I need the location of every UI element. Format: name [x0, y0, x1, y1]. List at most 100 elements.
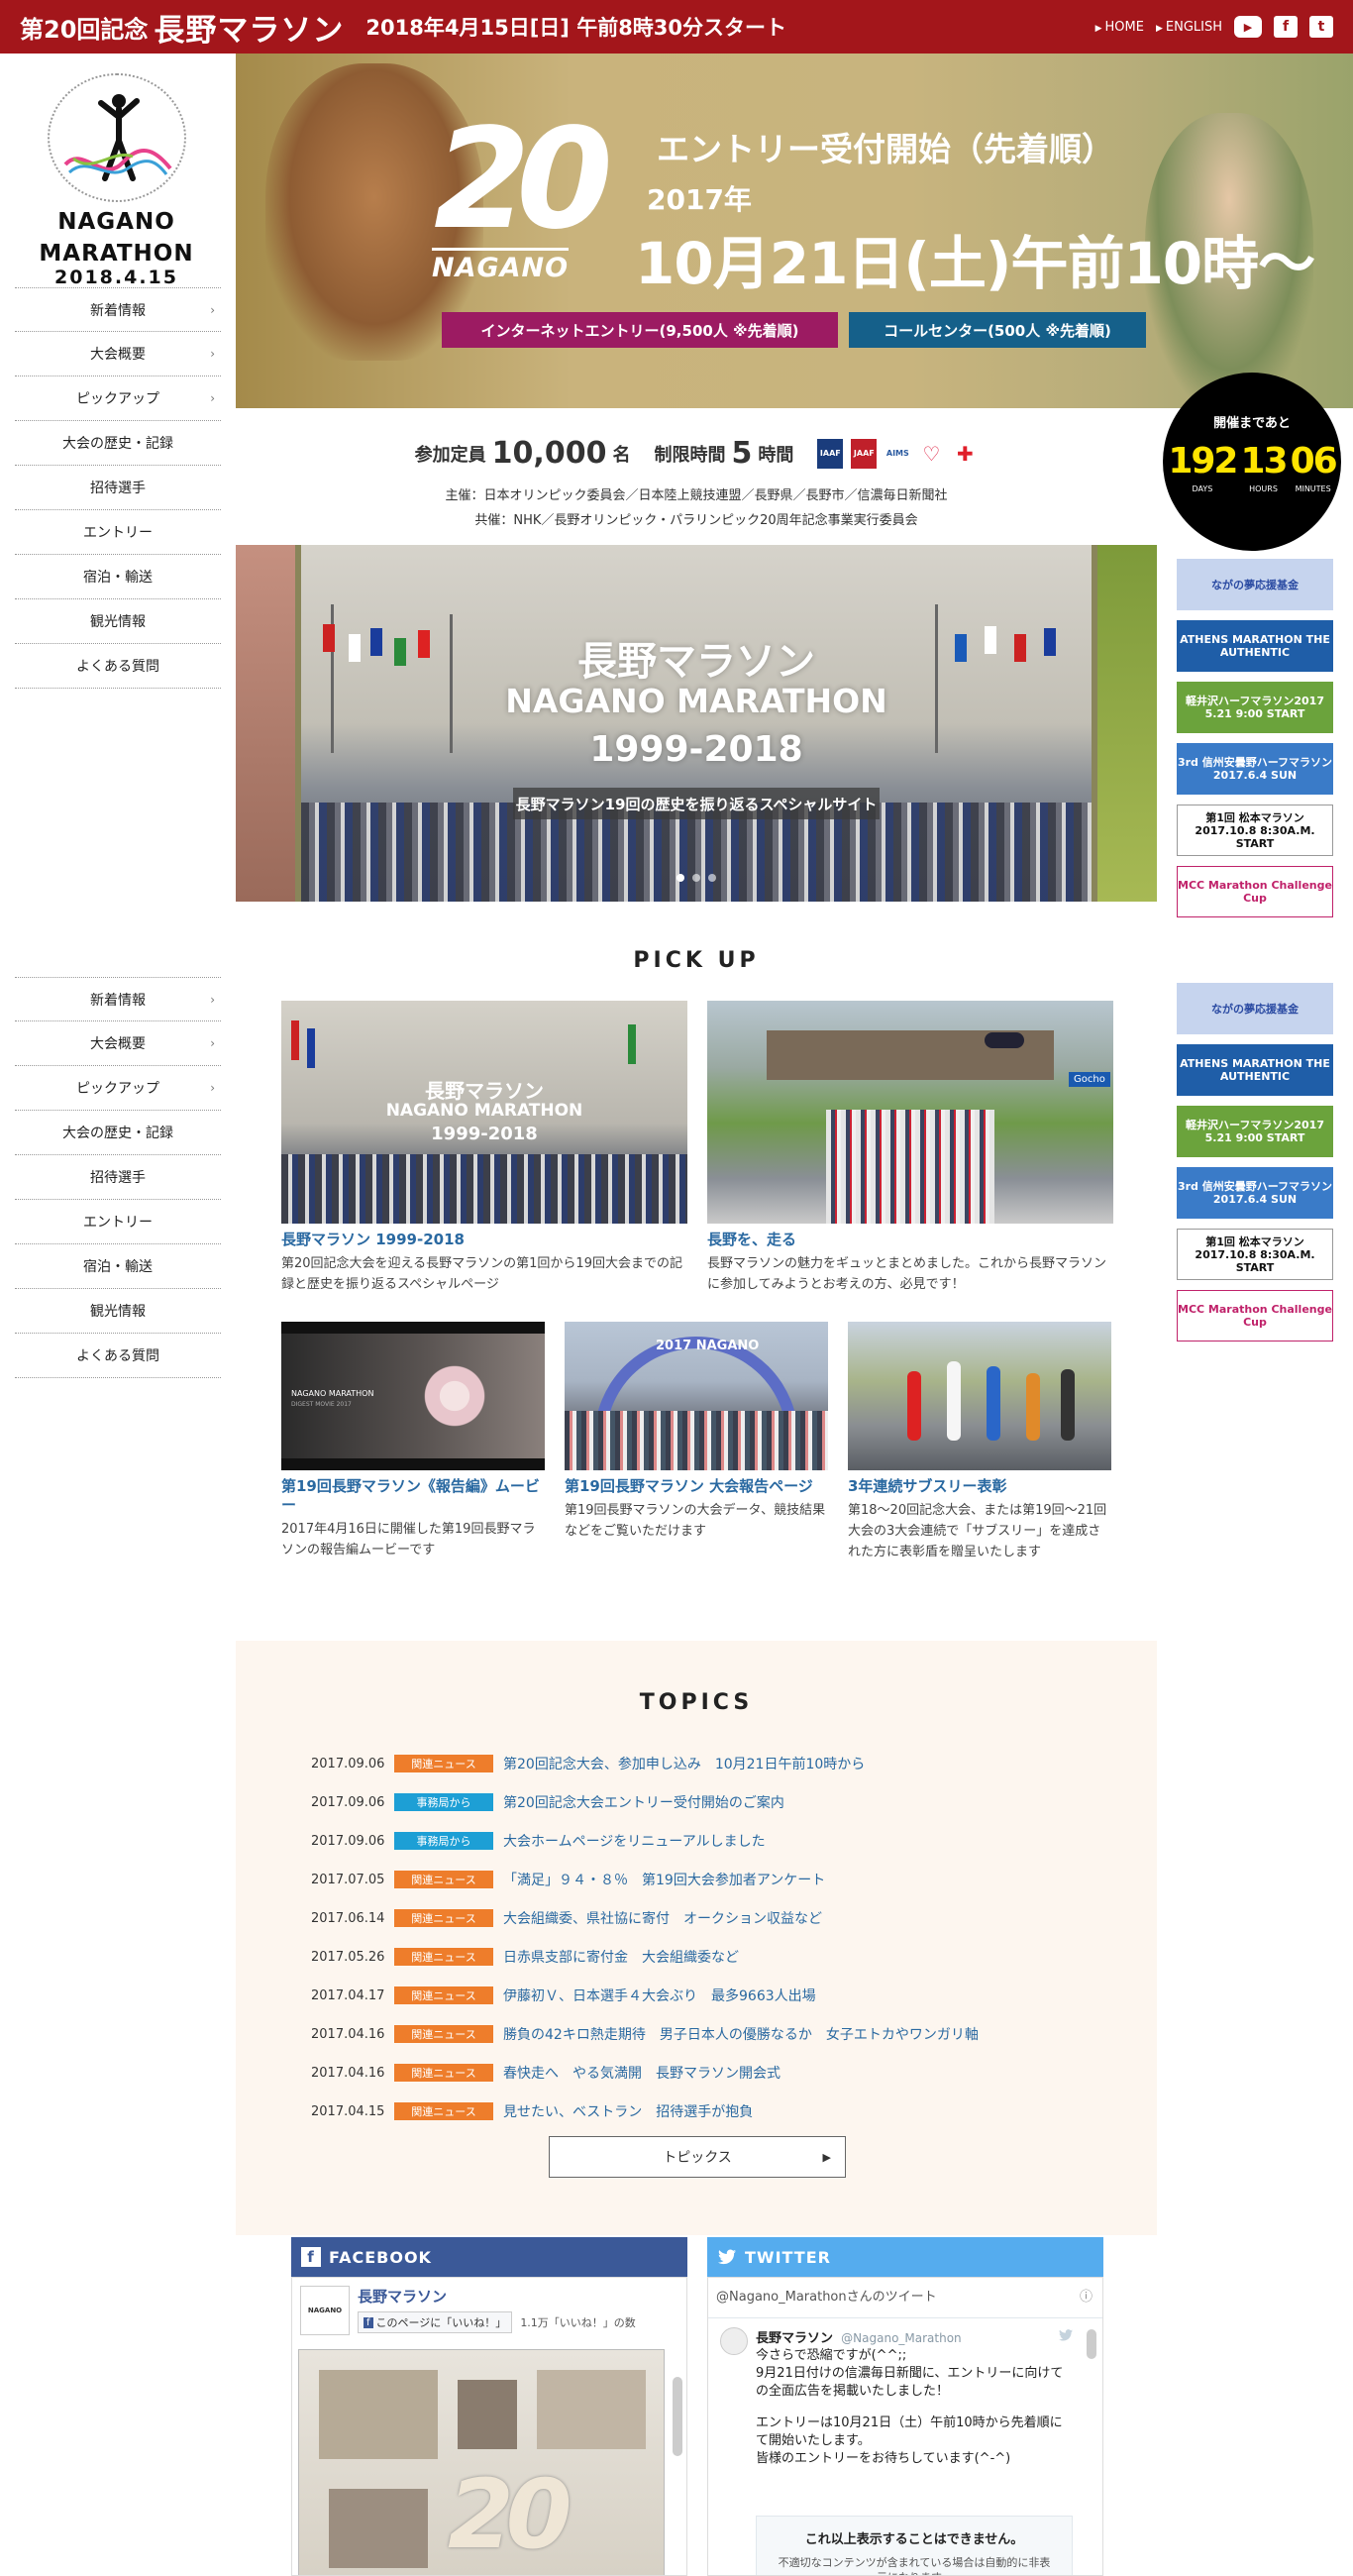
- info-icon[interactable]: ⓘ: [1080, 2286, 1093, 2305]
- topics-more-button[interactable]: トピックス ▶: [549, 2136, 846, 2178]
- sponsor-banner[interactable]: 第1回 松本マラソン 2017.10.8 8:30A.M. START: [1177, 1229, 1333, 1280]
- sponsor-banner[interactable]: ながの夢応援基金: [1177, 983, 1333, 1034]
- nav-item[interactable]: 新着情報 ›: [15, 287, 221, 332]
- topic-row[interactable]: 2017.06.14 関連ニュース 大会組織委、県社協に寄付 オークション収益など: [311, 1908, 1084, 1928]
- slider-next-slide[interactable]: [1097, 545, 1157, 902]
- site-logo[interactable]: NAGANO MARATHON 2018.4.15: [30, 73, 203, 321]
- pickup-card-image[interactable]: [848, 1322, 1111, 1470]
- slider-current-slide[interactable]: 長野マラソン NAGANO MARATHON 1999-2018 長野マラソン1…: [301, 545, 1092, 902]
- site-title[interactable]: 長野マラソン: [154, 5, 344, 50]
- red-cross-logo[interactable]: ✚: [952, 439, 978, 469]
- pickup-card-title[interactable]: 第19回長野マラソン《報告編》ムービー: [281, 1477, 545, 1515]
- pickup-card-image[interactable]: Gocho: [707, 1001, 1113, 1224]
- sponsor-banner[interactable]: ATHENS MARATHON THE AUTHENTIC: [1177, 620, 1333, 672]
- nav-item[interactable]: よくある質問: [15, 1334, 221, 1378]
- nav-item[interactable]: ピックアップ ›: [15, 376, 221, 421]
- slide-caption[interactable]: 長野マラソン19回の歴史を振り返るスペシャルサイト: [513, 788, 880, 819]
- nav-item[interactable]: 大会概要 ›: [15, 1021, 221, 1066]
- call-center-button[interactable]: コールセンター(500人 ※先着順): [849, 312, 1146, 348]
- nav-item[interactable]: 宿泊・輸送: [15, 1244, 221, 1289]
- pickup-card-title[interactable]: 3年連続サブスリー表彰: [848, 1477, 1111, 1496]
- page-avatar[interactable]: NAGANO: [300, 2286, 350, 2335]
- topic-row[interactable]: 2017.04.15 関連ニュース 見せたい、ベストラン 招待選手が抱負: [311, 2101, 1084, 2121]
- aims-logo[interactable]: AIMS: [885, 439, 910, 469]
- youtube-icon[interactable]: ▶: [1234, 16, 1262, 38]
- topic-link[interactable]: 勝負の42キロ熱走期待 男子日本人の優勝なるか 女子エトカやワンガリ軸: [503, 2024, 979, 2044]
- tweet-author-handle[interactable]: @Nagano_Marathon: [841, 2331, 962, 2345]
- nav-item[interactable]: 新着情報 ›: [15, 977, 221, 1021]
- topic-link[interactable]: 大会ホームページをリニューアルしました: [503, 1831, 766, 1851]
- pickup-card-title[interactable]: 長野を、走る: [707, 1231, 1113, 1249]
- topic-row[interactable]: 2017.04.16 関連ニュース 春快走へ やる気満開 長野マラソン開会式: [311, 2063, 1084, 2083]
- tw-scrollbar[interactable]: [1087, 2329, 1096, 2359]
- tweet-author-name[interactable]: 長野マラソン: [756, 2331, 833, 2346]
- slider-dot[interactable]: [676, 874, 684, 882]
- nav-item[interactable]: 招待選手: [15, 1155, 221, 1200]
- twitter-feed[interactable]: @Nagano_Marathonさんのツイート ⓘ 長野マラソン @Nagano…: [707, 2277, 1103, 2576]
- movie-thumbnail[interactable]: NAGANO MARATHON DIGEST MOVIE 2017: [281, 1322, 545, 1470]
- pickup-card-title[interactable]: 長野マラソン 1999-2018: [281, 1231, 687, 1249]
- pickup-card[interactable]: NAGANO MARATHON DIGEST MOVIE 2017 第19回長野…: [281, 1322, 545, 1560]
- history-slider[interactable]: 長野マラソン NAGANO MARATHON 1999-2018 長野マラソン1…: [236, 545, 1157, 902]
- nav-item[interactable]: よくある質問: [15, 644, 221, 689]
- slider-prev-slide[interactable]: [236, 545, 295, 902]
- sponsor-banner[interactable]: ながの夢応援基金: [1177, 559, 1333, 610]
- topic-row[interactable]: 2017.09.06 関連ニュース 第20回記念大会、参加申し込み 10月21日午前…: [311, 1754, 1084, 1773]
- facebook-icon[interactable]: f: [1274, 16, 1298, 38]
- topic-row[interactable]: 2017.05.26 関連ニュース 日赤県支部に寄付金 大会組織委など: [311, 1947, 1084, 1967]
- nav-item[interactable]: 招待選手: [15, 466, 221, 510]
- topic-link[interactable]: 見せたい、ベストラン 招待選手が抱負: [503, 2101, 753, 2121]
- slider-dot[interactable]: [708, 874, 716, 882]
- topic-link[interactable]: 春快走へ やる気満開 長野マラソン開会式: [503, 2063, 781, 2083]
- pickup-card-image[interactable]: 2017 NAGANO: [565, 1322, 828, 1470]
- nav-item[interactable]: エントリー: [15, 1200, 221, 1244]
- hero-banner[interactable]: 20 NAGANO エントリー受付開始（先着順） 2017年 10月21日(土)…: [236, 54, 1353, 408]
- fb-scrollbar[interactable]: [673, 2377, 682, 2456]
- topic-row[interactable]: 2017.04.16 関連ニュース 勝負の42キロ熱走期待 男子日本人の優勝なるか …: [311, 2024, 1084, 2044]
- topic-link[interactable]: 大会組織委、県社協に寄付 オークション収益など: [503, 1908, 822, 1928]
- pickup-card[interactable]: Gocho 長野を、走る 長野マラソンの魅力をギュッとまとめました。これから長野…: [707, 1001, 1113, 1295]
- pickup-card[interactable]: 3年連続サブスリー表彰 第18～20回記念大会、または第19回～21回大会の3大…: [848, 1322, 1111, 1562]
- fb-post-image[interactable]: 20: [298, 2349, 665, 2575]
- sponsor-banner[interactable]: MCC Marathon Challenge Cup: [1177, 1290, 1333, 1342]
- facebook-feed[interactable]: NAGANO 長野マラソン f このページに「いいね！」 1.1万「いいね！」の…: [291, 2277, 687, 2576]
- sponsor-banner[interactable]: ATHENS MARATHON THE AUTHENTIC: [1177, 1044, 1333, 1096]
- nav-item[interactable]: 観光情報: [15, 1289, 221, 1334]
- jaaf-logo[interactable]: JAAF: [851, 438, 878, 469]
- topic-row[interactable]: 2017.09.06 事務局から 大会ホームページをリニューアルしました: [311, 1831, 1084, 1851]
- topic-row[interactable]: 2017.07.05 関連ニュース 「満足」９４・８％ 第19回大会参加者アンケート: [311, 1870, 1084, 1889]
- nav-item[interactable]: 観光情報: [15, 599, 221, 644]
- nav-item[interactable]: ピックアップ ›: [15, 1066, 221, 1111]
- pickup-card-image[interactable]: 長野マラソン NAGANO MARATHON 1999-2018: [281, 1001, 687, 1224]
- fb-like-button[interactable]: f このページに「いいね！」: [358, 2311, 513, 2333]
- sponsor-banner[interactable]: 軽井沢ハーフマラソン2017 5.21 9:00 START: [1177, 1106, 1333, 1157]
- sponsor-banner[interactable]: MCC Marathon Challenge Cup: [1177, 866, 1333, 917]
- nav-item[interactable]: 大会概要 ›: [15, 332, 221, 376]
- tweets-by-label[interactable]: @Nagano_Marathonさんのツイート: [716, 2286, 937, 2305]
- nav-item[interactable]: 大会の歴史・記録: [15, 421, 221, 466]
- pickup-card[interactable]: 2017 NAGANO 第19回長野マラソン 大会報告ページ 第19回長野マラソ…: [565, 1322, 828, 1542]
- pickup-card[interactable]: 長野マラソン NAGANO MARATHON 1999-2018 長野マラソン …: [281, 1001, 687, 1295]
- topic-link[interactable]: 日赤県支部に寄付金 大会組織委など: [503, 1947, 739, 1967]
- home-link[interactable]: HOME: [1095, 20, 1144, 35]
- sponsor-banner[interactable]: 3rd 信州安曇野ハーフマラソン 2017.6.4 SUN: [1177, 1167, 1333, 1219]
- slider-dot[interactable]: [692, 874, 700, 882]
- internet-entry-button[interactable]: インターネットエントリー(9,500人 ※先着順): [442, 312, 838, 348]
- topic-link[interactable]: 「満足」９４・８％ 第19回大会参加者アンケート: [503, 1870, 825, 1889]
- topic-row[interactable]: 2017.09.06 事務局から 第20回記念大会エントリー受付開始のご案内: [311, 1792, 1084, 1812]
- topic-link[interactable]: 伊藤初Ｖ、日本選手４大会ぶり 最多9663人出場: [503, 1986, 816, 2005]
- english-link[interactable]: ENGLISH: [1156, 20, 1222, 35]
- nav-item[interactable]: 宿泊・輸送: [15, 555, 221, 599]
- topic-link[interactable]: 第20回記念大会エントリー受付開始のご案内: [503, 1792, 784, 1812]
- topic-row[interactable]: 2017.04.17 関連ニュース 伊藤初Ｖ、日本選手４大会ぶり 最多9663人出場: [311, 1986, 1084, 2005]
- nav-item[interactable]: 大会の歴史・記録: [15, 1111, 221, 1155]
- charity-heart-logo[interactable]: ♡: [918, 439, 944, 469]
- nav-item[interactable]: エントリー: [15, 510, 221, 555]
- twitter-icon[interactable]: t: [1309, 16, 1333, 38]
- tweet-avatar[interactable]: [720, 2327, 748, 2355]
- iaaf-logo[interactable]: IAAF: [817, 438, 844, 469]
- pickup-card-title[interactable]: 第19回長野マラソン 大会報告ページ: [565, 1477, 828, 1496]
- sponsor-banner[interactable]: 第1回 松本マラソン 2017.10.8 8:30A.M. START: [1177, 805, 1333, 856]
- sponsor-banner[interactable]: 3rd 信州安曇野ハーフマラソン 2017.6.4 SUN: [1177, 743, 1333, 795]
- fb-page-name[interactable]: 長野マラソン: [358, 2286, 447, 2307]
